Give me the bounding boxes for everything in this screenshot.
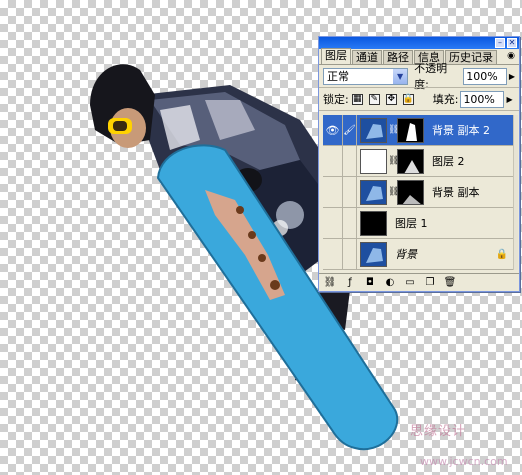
brush-icon — [343, 208, 357, 238]
fill-arrow-icon[interactable]: ▶ — [506, 95, 512, 104]
fill-label: 填充: — [432, 93, 459, 106]
layer-style-icon[interactable]: ƒ — [343, 276, 357, 290]
tab-paths[interactable]: 路径 — [383, 50, 413, 64]
minimize-icon[interactable]: – — [495, 38, 505, 48]
layer-mask-thumbnail[interactable] — [397, 179, 424, 205]
layer-thumbnail — [360, 179, 387, 205]
layer-row[interactable]: 图层 1 — [323, 208, 514, 239]
opacity-field[interactable]: 100% — [463, 67, 507, 85]
opacity-value: 100% — [466, 69, 498, 83]
link-layers-icon[interactable]: ⛓ — [323, 276, 337, 290]
link-icon: ⛓ — [388, 156, 400, 166]
lock-row: 锁定: ▦ ✎ ✥ 🔒 填充: 100% ▶ — [319, 87, 519, 111]
layer-name: 背景 副本 2 — [432, 124, 490, 137]
layer-row[interactable]: ⛓ 背景 副本 — [323, 177, 514, 208]
new-group-icon[interactable]: ▭ — [403, 276, 417, 290]
blend-row: 正常 ▼ 不透明度: 100% ▶ — [319, 62, 519, 91]
layer-mask-thumbnail[interactable] — [397, 117, 424, 143]
close-icon[interactable]: ✕ — [507, 38, 517, 48]
layer-row[interactable]: ⛓ 图层 2 — [323, 146, 514, 177]
panel-menu-icon[interactable]: ◉ — [507, 51, 515, 61]
brush-icon — [343, 146, 357, 176]
brush-icon — [343, 239, 357, 269]
layer-row[interactable]: 👁 🖌 ⛓ 背景 副本 2 — [323, 115, 514, 146]
blend-mode-value: 正常 — [327, 70, 349, 83]
eye-icon[interactable] — [323, 146, 343, 176]
lock-icon: 🔒 — [495, 248, 508, 260]
lock-label: 锁定: — [323, 93, 349, 106]
link-icon: ⛓ — [388, 125, 400, 135]
layers-panel[interactable]: – ✕ 图层 通道 路径 信息 历史记录 ◉ 正常 ▼ 不透明度: 100% ▶… — [318, 36, 520, 292]
layer-name: 背景 副本 — [432, 186, 480, 199]
layer-thumbnail — [360, 148, 387, 174]
layer-thumbnail — [360, 117, 387, 143]
watermark-url: www.jcwcn.com — [420, 455, 508, 468]
add-mask-icon[interactable]: ◘ — [363, 276, 377, 290]
blend-mode-select[interactable]: 正常 ▼ — [323, 67, 409, 85]
layer-thumbnail — [360, 241, 387, 267]
lock-pixels-icon[interactable]: ✎ — [368, 93, 380, 105]
layer-row[interactable]: 背景 🔒 — [323, 239, 514, 270]
eye-icon[interactable] — [323, 239, 343, 269]
fill-field[interactable]: 100% — [460, 90, 505, 108]
layer-thumbnail — [360, 210, 387, 236]
layer-mask-thumbnail[interactable] — [397, 148, 424, 174]
eye-icon[interactable] — [323, 208, 343, 238]
fill-value: 100% — [463, 92, 495, 106]
layer-name: 图层 2 — [432, 155, 465, 168]
eye-icon[interactable]: 👁 — [323, 115, 343, 145]
lock-transparent-icon[interactable]: ▦ — [351, 93, 363, 105]
layers-bottom-toolbar: ⛓ ƒ ◘ ◐ ▭ ❐ 🗑 — [319, 273, 519, 291]
eye-icon[interactable] — [323, 177, 343, 207]
adjustment-layer-icon[interactable]: ◐ — [383, 276, 397, 290]
tab-layers[interactable]: 图层 — [321, 48, 351, 64]
brush-icon — [343, 177, 357, 207]
chevron-down-icon: ▼ — [392, 68, 408, 84]
brush-icon: 🖌 — [343, 115, 357, 145]
layer-name: 图层 1 — [395, 217, 428, 230]
trash-icon[interactable]: 🗑 — [443, 276, 457, 290]
layers-list: 👁 🖌 ⛓ 背景 副本 2 ⛓ 图层 2 ⛓ 背景 副本 图层 1 背景 🔒 — [323, 115, 514, 270]
tab-channels[interactable]: 通道 — [352, 50, 382, 64]
lock-all-icon[interactable]: 🔒 — [403, 93, 414, 105]
layer-name: 背景 — [395, 248, 417, 261]
link-icon: ⛓ — [388, 187, 400, 197]
new-layer-icon[interactable]: ❐ — [423, 276, 437, 290]
layers-scrollbar[interactable] — [513, 115, 518, 270]
lock-position-icon[interactable]: ✥ — [385, 93, 397, 105]
watermark-text: 思缘设计 — [410, 424, 467, 439]
opacity-arrow-icon[interactable]: ▶ — [509, 72, 515, 81]
